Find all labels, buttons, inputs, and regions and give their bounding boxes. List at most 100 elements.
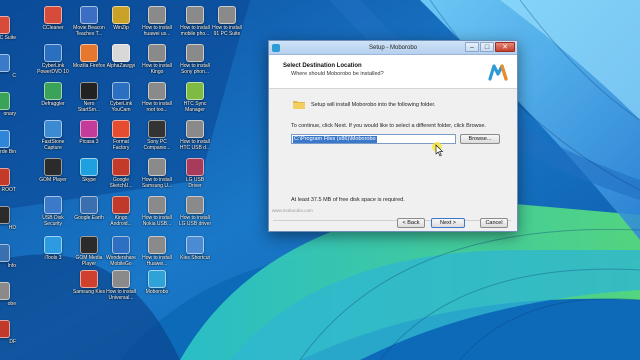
desktop-icon-label: Kies Shortcut (180, 255, 210, 261)
desktop-icon-how-to-install-kingo[interactable]: How to install Kingo (140, 44, 174, 75)
desktop-icon-how-to-install-lg[interactable]: How to install LG USB driver (178, 196, 212, 227)
browse-button[interactable]: Browse... (460, 134, 500, 144)
defraggler-icon (44, 82, 62, 100)
cyberlink-powerdvd-icon (44, 44, 62, 62)
desktop-icon-label-line2: huawei us... (143, 31, 171, 37)
desktop-icon-sony-pc-companion[interactable]: Sony PC Companio... (140, 120, 174, 151)
desktop-icon-samsung-kies[interactable]: Samsung Kies (72, 270, 106, 295)
desktop-icon-label-line2: Nokia USB... (142, 221, 172, 227)
desktop-icon-htc-sync-manager[interactable]: HTC Sync Manager (178, 82, 212, 113)
desktop-icon-label: Skype (82, 177, 96, 183)
desktop-icon-label-line2: Factory (112, 145, 130, 151)
desktop-icon-google-sketchup[interactable]: Google SketchU... (104, 158, 138, 189)
maximize-button[interactable]: □ (480, 42, 494, 52)
desktop-icon-nero-startsm[interactable]: Nero StartSm... (72, 82, 106, 113)
desktop-icon-skype[interactable]: Skype (72, 158, 106, 183)
mouse-cursor-icon (432, 142, 444, 157)
window-controls: – □ ✕ (465, 42, 515, 52)
gom-player-icon (44, 158, 62, 176)
desktop-icon-label: Google Earth (74, 215, 104, 221)
desktop-icon-how-to-install-huawei[interactable]: How to install huawei us... (140, 6, 174, 37)
desktop-icon-google-earth[interactable]: Google Earth (72, 196, 106, 221)
desktop-icon-lg-usb-driver[interactable]: LG USB Driver (178, 158, 212, 189)
how-to-install-universal-icon (112, 270, 130, 288)
desktop-icon-how-to-install-samsung[interactable]: How to install Samsung U... (140, 158, 174, 189)
desktop-icon-itools-3[interactable]: iTools 3 (36, 236, 70, 261)
nero-startsm-icon (80, 82, 98, 100)
shortcut-icon (0, 282, 10, 300)
desktop-icon-label: HD (8, 225, 16, 231)
dialog-titlebar[interactable]: Setup - Moborobo – □ ✕ (269, 41, 517, 55)
desktop-icon-gom-media-player[interactable]: GOM Media Player (72, 236, 106, 267)
desktop-icon-picasa-3[interactable]: Picasa 3 (72, 120, 106, 145)
shortcut-icon (0, 320, 10, 338)
desktop-icon-wondershare[interactable]: Wondershare MobileGo (104, 236, 138, 267)
desktop-icon-kingo-android[interactable]: Kingo Android... (104, 196, 138, 227)
next-button[interactable]: Next > (431, 218, 465, 228)
desktop-icon-label: iTools 3 (44, 255, 62, 261)
desktop-icon-faststone-capture[interactable]: FastStone Capture (36, 120, 70, 151)
desktop-icon-format-factory[interactable]: Format Factory (104, 120, 138, 151)
desktop-icon-winzip[interactable]: WinZip (104, 6, 138, 31)
desktop-icon-label: C (12, 73, 16, 79)
destination-path-value: C:\Program Files (x86)\Moborobo (293, 135, 377, 143)
desktop-icon-how-to-install-universal[interactable]: How to install Universal... (104, 270, 138, 301)
desktop-icon-ccleaner[interactable]: CCleaner (36, 6, 70, 31)
desktop-icon-how-to-install-huawei-2[interactable]: How to install Huawei... (140, 236, 174, 267)
shortcut-icon (0, 206, 10, 224)
back-button[interactable]: < Back (397, 218, 425, 228)
how-to-install-huawei-2-icon (148, 236, 166, 254)
desktop-icon-moborobo[interactable]: Moborobo (140, 270, 174, 295)
how-to-install-nokia-icon (148, 196, 166, 214)
desktop-edge-icon[interactable]: DF (0, 320, 16, 345)
google-earth-icon (80, 196, 98, 214)
desktop-icon-label-line2: Samsung U... (141, 183, 173, 189)
desktop-edge-icon[interactable]: onary (0, 92, 16, 117)
desktop-icon-label-line2: Kingo (150, 69, 164, 75)
desktop-icon-how-to-install-root[interactable]: How to install root too... (140, 82, 174, 113)
minimize-button[interactable]: – (465, 42, 479, 52)
desktop-icon-label-line2: Sony phon... (180, 69, 210, 75)
desktop-icon-how-to-install-htc[interactable]: How to install HTC USB d... (178, 120, 212, 151)
desktop-icon-label: obe (7, 301, 16, 307)
desktop-icon-cyberlink-youcam[interactable]: CyberLink YouCam (104, 82, 138, 113)
desktop-icon-gom-player[interactable]: GOM Player (36, 158, 70, 183)
desktop-icon-how-to-install-91pc[interactable]: How to install 91 PC Suite (210, 6, 244, 37)
how-to-install-sony-icon (186, 44, 204, 62)
desktop-icon-label: onary (3, 111, 16, 117)
shortcut-icon (0, 130, 10, 148)
close-button[interactable]: ✕ (495, 42, 515, 52)
desktop-edge-icon[interactable]: rde Bin (0, 130, 16, 155)
footer-divider (273, 220, 511, 221)
desktop-icon-how-to-install-sony[interactable]: How to install Sony phon... (178, 44, 212, 75)
cancel-button[interactable]: Cancel (480, 218, 508, 228)
desktop-icon-alphazawgyi[interactable]: AlphaZawgyi (104, 44, 138, 69)
htc-sync-manager-icon (186, 82, 204, 100)
desktop-edge-icon[interactable]: HD (0, 206, 16, 231)
shortcut-icon (0, 244, 10, 262)
setup-dialog: Setup - Moborobo – □ ✕ Select Destinatio… (268, 40, 518, 232)
desktop-icon-label: Samsung Kies (72, 289, 106, 295)
desktop-icon-label-line2: Huawei... (146, 261, 168, 267)
desktop-icon-mozilla-firefox[interactable]: Mozilla Firefox (72, 44, 106, 69)
desktop-icon-label-line2: Driver (188, 183, 202, 189)
desktop-icon-label-line2: Security (43, 221, 63, 227)
desktop-icon-how-to-install-mobile[interactable]: How to install mobile pho... (178, 6, 212, 37)
desktop-icon-label-line2: 91 PC Suite (213, 31, 241, 37)
desktop-icon-defraggler[interactable]: Defraggler (36, 82, 70, 107)
desktop-edge-icon[interactable]: obe (0, 282, 16, 307)
desktop-icon-label-line2: LG USB driver (178, 221, 212, 227)
desktop-icon-movie-beacon[interactable]: Movie Beacon Teaches T... (72, 6, 106, 37)
desktop-icon-cyberlink-powerdvd[interactable]: CyberLink PowerDVD 10 (36, 44, 70, 75)
desktop-edge-icon[interactable]: C (0, 54, 16, 79)
desktop-icon-usb-disk-security[interactable]: USB Disk Security (36, 196, 70, 227)
desktop-edge-icon[interactable]: PC Suite (0, 16, 16, 41)
wizard-page-title: Select Destination Location (283, 63, 362, 69)
desktop-icon-label: Defraggler (41, 101, 65, 107)
kingo-android-icon (112, 196, 130, 214)
desktop-icon-kies-shortcut[interactable]: Kies Shortcut (178, 236, 212, 261)
desktop-icon-how-to-install-nokia[interactable]: How to install Nokia USB... (140, 196, 174, 227)
desktop-edge-icon[interactable]: Info (0, 244, 16, 269)
desktop-edge-icon[interactable]: ROOT (0, 168, 16, 193)
disk-space-text: At least 37.5 MB of free disk space is r… (291, 197, 405, 203)
